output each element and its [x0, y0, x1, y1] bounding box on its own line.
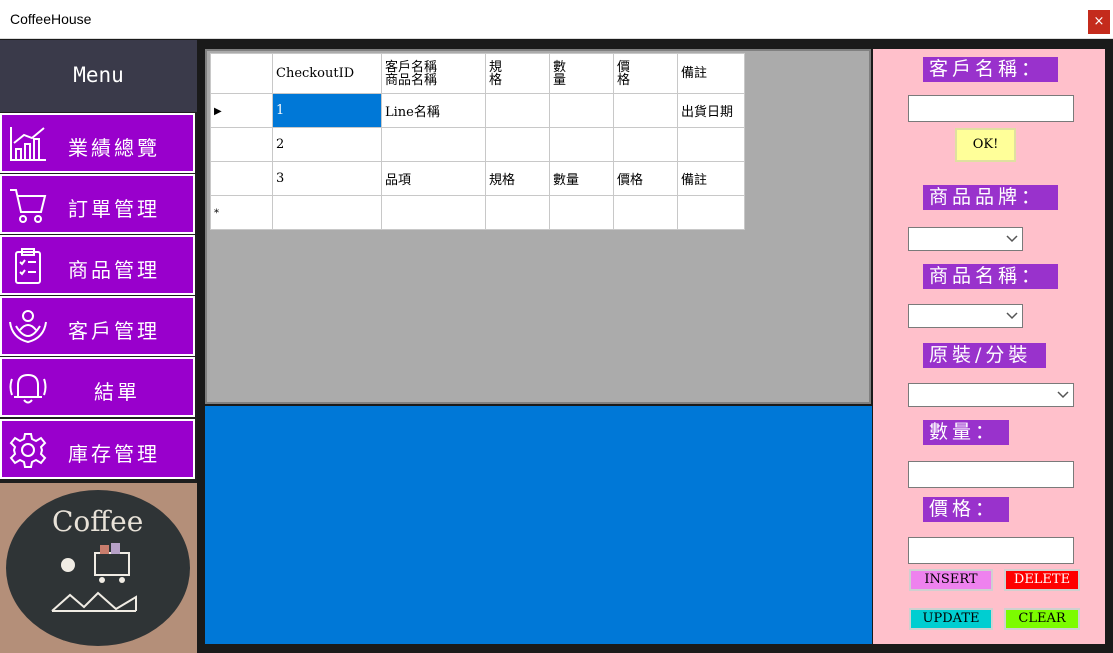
row-header[interactable] — [210, 161, 273, 196]
product-name-label: 商品名稱： — [923, 264, 1058, 289]
nav-label: 商品管理 — [68, 258, 160, 282]
chart-icon — [10, 127, 46, 161]
grid-cell[interactable] — [485, 93, 550, 128]
grid-cell[interactable] — [485, 127, 550, 162]
quantity-label: 數量： — [923, 420, 1009, 445]
grid-corner — [210, 53, 273, 94]
grid-header-row: CheckoutID 客戶名稱 商品名稱 規 格 數 量 價 格 備註 — [210, 53, 745, 94]
sidebar: Menu 業績總覽 訂單管理 商品管理 客戶管理 結單 庫存管理 Coffee — [0, 40, 197, 653]
column-header[interactable]: 客戶名稱 商品名稱 — [381, 53, 486, 94]
price-label: 價格： — [923, 497, 1009, 522]
grid-cell[interactable] — [485, 195, 550, 230]
ok-button[interactable]: OK! — [955, 128, 1016, 162]
row-header[interactable]: * — [210, 195, 273, 230]
gear-icon — [9, 433, 47, 468]
column-header[interactable]: 備註 — [677, 53, 745, 94]
clear-button[interactable]: CLEAR — [1004, 608, 1080, 630]
column-header[interactable]: 規 格 — [485, 53, 550, 94]
grid-cell[interactable]: 3 — [272, 161, 382, 196]
nav-label: 訂單管理 — [68, 197, 160, 221]
grid-cell[interactable]: 2 — [272, 127, 382, 162]
menu-header: Menu — [0, 40, 197, 112]
grid-cell[interactable]: 品項 — [381, 161, 486, 196]
brand-select[interactable] — [908, 227, 1023, 251]
grid-cell[interactable]: 價格 — [613, 161, 678, 196]
grid-cell[interactable] — [381, 127, 486, 162]
form-panel: 客戶名稱： OK! 商品品牌： 商品名稱： 原裝/分裝 數量： 價格： INSE… — [873, 49, 1105, 644]
nav-label: 業績總覽 — [68, 136, 160, 160]
nav-label: 客戶管理 — [68, 319, 160, 343]
column-header[interactable]: 價 格 — [613, 53, 678, 94]
column-header[interactable]: CheckoutID — [272, 53, 382, 94]
detail-panel — [205, 406, 872, 644]
grid-cell[interactable] — [677, 127, 745, 162]
row-header[interactable] — [210, 127, 273, 162]
customer-name-input[interactable] — [908, 95, 1074, 122]
checkout-grid[interactable]: CheckoutID 客戶名稱 商品名稱 規 格 數 量 價 格 備註 ▶ 1 … — [205, 49, 871, 404]
insert-button[interactable]: INSERT — [909, 569, 993, 591]
grid-cell[interactable] — [272, 195, 382, 230]
grid-cell[interactable]: 1 — [272, 93, 382, 128]
chevron-down-icon — [1057, 391, 1069, 399]
nav-inventory-management[interactable]: 庫存管理 — [0, 419, 195, 479]
grid-cell[interactable]: Line名稱 — [381, 93, 486, 128]
table-row[interactable]: ▶ 1 Line名稱 出貨日期 — [210, 93, 745, 128]
logo-text: Coffee — [52, 505, 143, 538]
table-row[interactable]: 2 — [210, 127, 745, 162]
cart-icon — [10, 189, 47, 223]
update-button[interactable]: UPDATE — [909, 608, 993, 630]
grid-cell[interactable] — [613, 127, 678, 162]
customer-care-icon — [9, 310, 47, 344]
column-header[interactable]: 數 量 — [549, 53, 614, 94]
nav-order-management[interactable]: 訂單管理 — [0, 174, 195, 234]
brand-label: 商品品牌： — [923, 185, 1058, 210]
grid-cell[interactable] — [381, 195, 486, 230]
nav-checkout[interactable]: 結單 — [0, 357, 195, 417]
price-input[interactable] — [908, 537, 1074, 564]
grid-cell[interactable]: 數量 — [549, 161, 614, 196]
window-title: CoffeeHouse — [10, 11, 92, 27]
nav-sales-overview[interactable]: 業績總覽 — [0, 113, 195, 173]
row-header[interactable]: ▶ — [210, 93, 273, 128]
grid-cell[interactable] — [549, 127, 614, 162]
pack-type-label: 原裝/分裝 — [923, 343, 1046, 368]
close-button[interactable]: × — [1088, 10, 1110, 34]
nav-customer-management[interactable]: 客戶管理 — [0, 296, 195, 356]
nav-product-management[interactable]: 商品管理 — [0, 235, 195, 295]
clipboard-icon — [15, 248, 41, 284]
grid-cell[interactable] — [613, 195, 678, 230]
grid-cell[interactable] — [613, 93, 678, 128]
nav-label: 庫存管理 — [68, 442, 160, 466]
bell-icon — [9, 373, 47, 404]
customer-name-label: 客戶名稱： — [923, 57, 1058, 82]
quantity-input[interactable] — [908, 461, 1074, 488]
grid-cell[interactable] — [677, 195, 745, 230]
new-row[interactable]: * — [210, 195, 745, 230]
grid-cell[interactable] — [549, 195, 614, 230]
pack-type-select[interactable] — [908, 383, 1074, 407]
grid-cell[interactable] — [549, 93, 614, 128]
chevron-down-icon — [1006, 312, 1018, 320]
nav-label: 結單 — [94, 380, 140, 404]
grid-cell[interactable]: 規格 — [485, 161, 550, 196]
grid-cell[interactable]: 備註 — [677, 161, 745, 196]
product-name-select[interactable] — [908, 304, 1023, 328]
table-row[interactable]: 3 品項 規格 數量 價格 備註 — [210, 161, 745, 196]
delete-button[interactable]: DELETE — [1004, 569, 1080, 591]
chevron-down-icon — [1006, 235, 1018, 243]
coffee-logo: Coffee — [0, 483, 197, 653]
title-bar: CoffeeHouse × — [0, 0, 1113, 39]
grid-cell[interactable]: 出貨日期 — [677, 93, 745, 128]
